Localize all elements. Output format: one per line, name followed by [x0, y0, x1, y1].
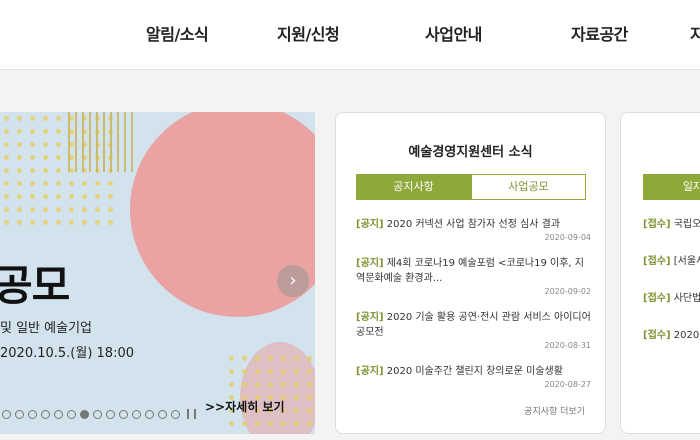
news-item-text: [공지] 2020 커넥션 사업 참가자 선정 심사 결과	[356, 217, 591, 232]
banner-subtitle: 및 일반 예술기업	[0, 321, 92, 336]
top-navigation: 알림/소식 지원/신청 사업안내 자료공간 지	[0, 0, 700, 70]
tab-jobs[interactable]: 일자리	[643, 174, 700, 200]
nav-item-business[interactable]: 사업안내	[425, 21, 482, 45]
jobs-item[interactable]: [접수] 사단법 (피아노,키보	[643, 291, 700, 306]
banner-pagination	[2, 409, 196, 419]
nav-item-resources[interactable]: 자료공간	[571, 21, 628, 45]
nav-item-support[interactable]: 지원/신청	[277, 21, 340, 45]
jobs-item-tag: [접수]	[643, 256, 671, 267]
news-item-date: 2020-09-02	[544, 287, 592, 296]
jobs-item-title: 국립오	[670, 219, 700, 230]
banner-page-dot[interactable]	[171, 409, 180, 419]
news-item-title: 2020 커넥션 사업 참가자 선정 심사 결과	[383, 219, 561, 230]
news-item-title: 2020 기술 활용 공연·전시 관람 서비스 아이디어 공모전	[356, 312, 591, 338]
banner-more-link[interactable]: >>자세히 보기	[205, 398, 285, 415]
banner-page-dot[interactable]	[119, 409, 128, 419]
banner-stripe-pattern	[68, 112, 138, 172]
news-item[interactable]: [공지] 제4회 코로나19 예술포럼 <코로나19 이후, 지역문화예술 환경…	[356, 256, 591, 296]
jobs-item-tag: [접수]	[643, 330, 671, 341]
jobs-item-title: 2020 인력 모집	[673, 330, 700, 341]
pause-icon[interactable]	[187, 409, 196, 419]
banner-page-dot[interactable]	[41, 409, 50, 419]
news-card-title: 예술경영지원센터 소식	[408, 145, 533, 160]
news-item[interactable]: [공지] 2020 커넥션 사업 참가자 선정 심사 결과 2020-09-04	[356, 217, 591, 242]
jobs-item[interactable]: [접수] 2020 인력 모집	[643, 328, 700, 343]
banner-page-dot[interactable]	[54, 409, 63, 419]
banner-heading: 공모	[0, 261, 70, 310]
jobs-item-tag: [접수]	[643, 219, 671, 230]
news-item-date: 2020-08-31	[544, 341, 592, 350]
nav-item-news[interactable]: 알림/소식	[146, 21, 209, 45]
jobs-list: [접수] 국립오 [접수] [서울시 쳐 참여자 모집 [접수] 사단법 (피아…	[643, 217, 700, 343]
promo-banner[interactable]: 공모 및 일반 예술기업 2020.10.5.(월) 18:00 › >>자세히…	[0, 112, 315, 434]
banner-page-dot[interactable]	[132, 409, 141, 419]
news-item-tag: [공지]	[356, 219, 384, 230]
banner-page-dot[interactable]	[80, 409, 89, 419]
tab-business-calls[interactable]: 사업공모	[471, 174, 586, 200]
banner-page-dot[interactable]	[28, 409, 37, 419]
news-item-text: [공지] 제4회 코로나19 예술포럼 <코로나19 이후, 지역문화예술 환경…	[356, 256, 591, 286]
jobs-item[interactable]: [접수] 국립오	[643, 217, 700, 232]
banner-page-dot[interactable]	[67, 409, 76, 419]
banner-dot-pattern-bottom	[225, 352, 315, 434]
jobs-item-text: [접수] [서울시 쳐 참여자 모집	[643, 254, 700, 269]
jobs-item[interactable]: [접수] [서울시 쳐 참여자 모집	[643, 254, 700, 269]
nav-item-truncated[interactable]: 지	[690, 21, 700, 45]
jobs-item-title: [서울시 쳐 참여자 모집	[673, 256, 700, 267]
jobs-item-title: 사단법 (피아노,키보	[673, 293, 700, 304]
news-tabs: 공지사항 사업공모	[356, 174, 586, 200]
news-item-tag: [공지]	[356, 366, 384, 377]
news-item-title: 제4회 코로나19 예술포럼 <코로나19 이후, 지역문화예술 환경과...	[356, 258, 584, 284]
news-item-tag: [공지]	[356, 312, 384, 323]
banner-page-dot[interactable]	[15, 409, 24, 419]
news-item-text: [공지] 2020 미술주간 챌린지 창의로운 미술생활	[356, 364, 591, 379]
banner-next-arrow-icon[interactable]: ›	[277, 265, 309, 297]
banner-page-dot[interactable]	[158, 409, 167, 419]
notices-more-link[interactable]: 공지사항 더보기	[524, 404, 585, 417]
news-item-tag: [공지]	[356, 258, 384, 269]
news-item-date: 2020-08-27	[544, 380, 592, 389]
news-item-date: 2020-09-04	[544, 233, 592, 242]
banner-date: 2020.10.5.(월) 18:00	[0, 346, 134, 361]
jobs-item-text: [접수] 2020 인력 모집	[643, 328, 700, 343]
banner-page-dot[interactable]	[2, 409, 11, 419]
news-list: [공지] 2020 커넥션 사업 참가자 선정 심사 결과 2020-09-04…	[356, 217, 591, 389]
news-item-title: 2020 미술주간 챌린지 창의로운 미술생활	[383, 366, 563, 377]
jobs-item-text: [접수] 사단법 (피아노,키보	[643, 291, 700, 306]
banner-page-dot[interactable]	[145, 409, 154, 419]
news-card: 예술경영지원센터 소식 공지사항 사업공모 [공지] 2020 커넥션 사업 참…	[335, 112, 606, 434]
news-item[interactable]: [공지] 2020 미술주간 챌린지 창의로운 미술생활 2020-08-27	[356, 364, 591, 389]
news-item[interactable]: [공지] 2020 기술 활용 공연·전시 관람 서비스 아이디어 공모전 20…	[356, 310, 591, 350]
tab-notices[interactable]: 공지사항	[356, 174, 471, 200]
jobs-item-tag: [접수]	[643, 293, 671, 304]
jobs-card: 일자리 [접수] 국립오 [접수] [서울시 쳐 참여자 모집 [접수] 사단법…	[620, 112, 700, 434]
jobs-tabs: 일자리	[643, 174, 700, 200]
banner-page-dot[interactable]	[106, 409, 115, 419]
news-item-text: [공지] 2020 기술 활용 공연·전시 관람 서비스 아이디어 공모전	[356, 310, 591, 340]
banner-page-dot[interactable]	[93, 409, 102, 419]
jobs-item-text: [접수] 국립오	[643, 217, 700, 232]
